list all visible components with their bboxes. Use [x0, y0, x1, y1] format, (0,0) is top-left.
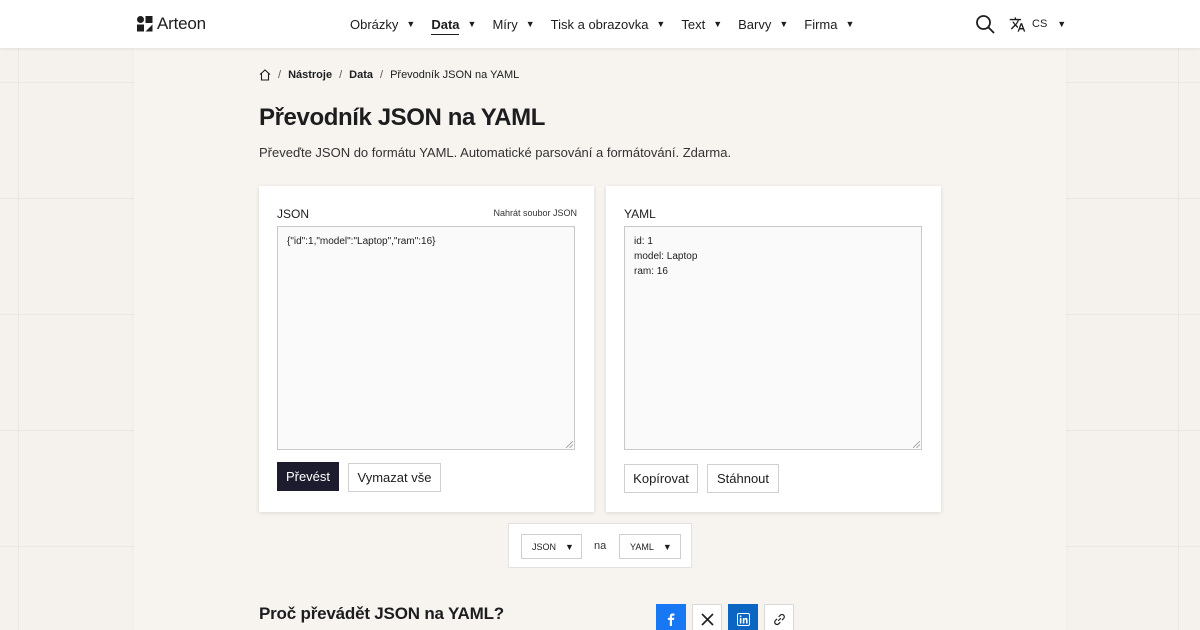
- caret-down-icon: ▼: [779, 19, 789, 29]
- caret-down-icon: ▼: [845, 19, 855, 29]
- breadcrumb-separator: /: [278, 69, 282, 81]
- target-format-select[interactable]: YAML ▼: [619, 534, 681, 559]
- breadcrumb-separator: /: [339, 69, 343, 81]
- share-linkedin-button[interactable]: [728, 604, 758, 630]
- site-header: Arteon Obrázky ▼ Data ▼ Míry ▼ Tisk a ob…: [0, 0, 1200, 48]
- nav-item-barvy[interactable]: Barvy ▼: [738, 0, 788, 48]
- json-input-label: JSON: [277, 207, 310, 221]
- caret-down-icon: ▼: [406, 19, 416, 29]
- target-format-value: YAML: [630, 541, 654, 552]
- brand-logo[interactable]: Arteon: [137, 14, 206, 34]
- download-button[interactable]: Stáhnout: [707, 464, 779, 493]
- translate-icon: [1009, 16, 1026, 32]
- nav-item-text[interactable]: Text ▼: [681, 0, 722, 48]
- language-code: CS: [1032, 18, 1048, 30]
- main-content: / Nástroje / Data / Převodník JSON na YA…: [134, 48, 1066, 630]
- section-title: Proč převádět JSON na YAML?: [259, 604, 504, 623]
- clear-all-button[interactable]: Vymazat vše: [348, 463, 441, 492]
- copy-button[interactable]: Kopírovat: [624, 464, 698, 493]
- format-selector-bar: JSON ▼ na YAML ▼: [508, 523, 692, 568]
- link-icon: [773, 613, 785, 625]
- resize-grip-icon[interactable]: [566, 441, 573, 448]
- breadcrumb-item-current: Převodník JSON na YAML: [390, 69, 520, 81]
- caret-down-icon: ▼: [467, 19, 477, 29]
- json-input-textarea[interactable]: {"id":1,"model":"Laptop","ram":16}: [277, 226, 575, 450]
- resize-grip-icon[interactable]: [913, 441, 920, 448]
- linkedin-icon: [736, 612, 750, 626]
- brand-name: Arteon: [157, 14, 206, 33]
- json-input-panel: JSON Nahrát soubor JSON {"id":1,"model":…: [259, 186, 594, 512]
- page-title: Převodník JSON na YAML: [259, 104, 545, 131]
- breadcrumb-item-nastroje[interactable]: Nástroje: [288, 69, 332, 81]
- upload-json-link[interactable]: Nahrát soubor JSON: [493, 208, 577, 218]
- convert-button[interactable]: Převést: [277, 462, 339, 491]
- caret-down-icon: ▼: [1057, 19, 1067, 29]
- copy-link-button[interactable]: [764, 604, 794, 630]
- share-x-button[interactable]: [692, 604, 722, 630]
- yaml-output-label: YAML: [624, 207, 656, 221]
- caret-down-icon: ▼: [713, 19, 723, 29]
- yaml-output-panel: YAML id: 1 model: Laptop ram: 16 Kopírov…: [606, 186, 941, 512]
- breadcrumb: / Nástroje / Data / Převodník JSON na YA…: [259, 69, 519, 81]
- nav-item-firma[interactable]: Firma ▼: [804, 0, 854, 48]
- nav-item-tisk[interactable]: Tisk a obrazovka ▼: [551, 0, 666, 48]
- yaml-output-textarea[interactable]: id: 1 model: Laptop ram: 16: [624, 226, 922, 450]
- page-description: Převeďte JSON do formátu YAML. Automatic…: [259, 145, 732, 160]
- logo-icon: [137, 16, 153, 32]
- caret-down-icon: ▼: [565, 541, 574, 552]
- nav-item-miry[interactable]: Míry ▼: [492, 0, 534, 48]
- nav-item-label: Míry: [492, 16, 518, 32]
- nav-item-obrazky[interactable]: Obrázky ▼: [350, 0, 415, 48]
- caret-down-icon: ▼: [656, 19, 666, 29]
- nav-item-label: Text: [681, 16, 706, 32]
- language-selector[interactable]: CS ▼: [1009, 14, 1066, 34]
- format-connector: na: [594, 540, 607, 552]
- x-icon: [700, 612, 714, 626]
- nav-item-label: Obrázky: [350, 16, 399, 32]
- source-format-select[interactable]: JSON ▼: [521, 534, 582, 559]
- main-nav: Obrázky ▼ Data ▼ Míry ▼ Tisk a obrazovka…: [350, 0, 870, 48]
- nav-item-label: Firma: [804, 16, 838, 32]
- home-icon[interactable]: [259, 69, 271, 81]
- caret-down-icon: ▼: [525, 19, 535, 29]
- nav-item-label: Barvy: [738, 16, 772, 32]
- caret-down-icon: ▼: [662, 541, 672, 552]
- share-facebook-button[interactable]: [656, 604, 686, 630]
- nav-item-label: Data: [431, 16, 460, 32]
- breadcrumb-separator: /: [380, 69, 384, 81]
- nav-item-data[interactable]: Data ▼: [431, 0, 476, 48]
- source-format-value: JSON: [532, 541, 557, 552]
- nav-item-label: Tisk a obrazovka: [550, 16, 649, 32]
- breadcrumb-item-data[interactable]: Data: [349, 69, 373, 81]
- facebook-icon: [667, 613, 675, 626]
- search-icon[interactable]: [975, 14, 995, 34]
